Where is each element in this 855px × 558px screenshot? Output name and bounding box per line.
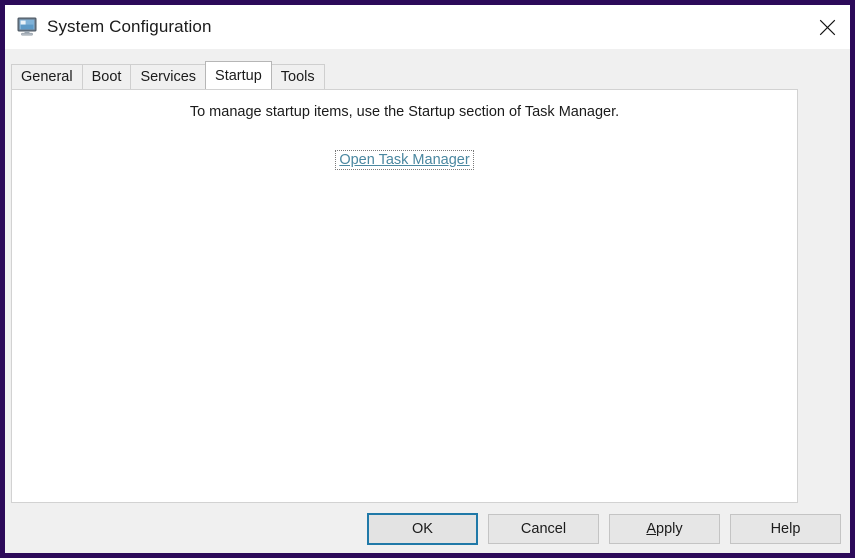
close-icon [819,19,836,36]
open-task-manager-link[interactable]: Open Task Manager [335,150,474,170]
window-title: System Configuration [47,17,212,36]
dialog-button-bar: OK Cancel Apply Help [5,503,850,553]
title-bar: System Configuration [5,5,850,49]
tab-services-label: Services [140,69,197,85]
help-button[interactable]: Help [730,514,841,544]
tab-startup-label: Startup [215,67,262,84]
cancel-button[interactable]: Cancel [488,514,599,544]
task-manager-link-container: Open Task Manager [12,150,797,170]
startup-tab-panel: To manage startup items, use the Startup… [11,89,798,503]
tab-tools-label: Tools [280,69,315,85]
apply-button-label: pply [656,521,683,537]
tab-boot[interactable]: Boot [81,64,132,89]
ok-button-label: OK [412,521,433,537]
ok-button[interactable]: OK [367,513,478,545]
close-button[interactable] [804,5,850,49]
system-configuration-window: System Configuration General Boot Servic… [0,0,855,558]
tab-services[interactable]: Services [130,64,207,89]
apply-button-accel: A [646,521,657,537]
tab-tools[interactable]: Tools [270,64,325,89]
startup-info-text: To manage startup items, use the Startup… [189,104,620,120]
tab-general-label: General [21,69,73,85]
tab-startup[interactable]: Startup [205,61,272,89]
tab-boot-label: Boot [91,69,122,85]
apply-button[interactable]: Apply [609,514,720,544]
cancel-button-label: Cancel [520,521,567,537]
help-button-label: Help [770,521,801,537]
system-configuration-icon [17,17,39,37]
tab-strip: General Boot Services Startup Tools [5,49,850,91]
tab-general[interactable]: General [11,64,83,89]
